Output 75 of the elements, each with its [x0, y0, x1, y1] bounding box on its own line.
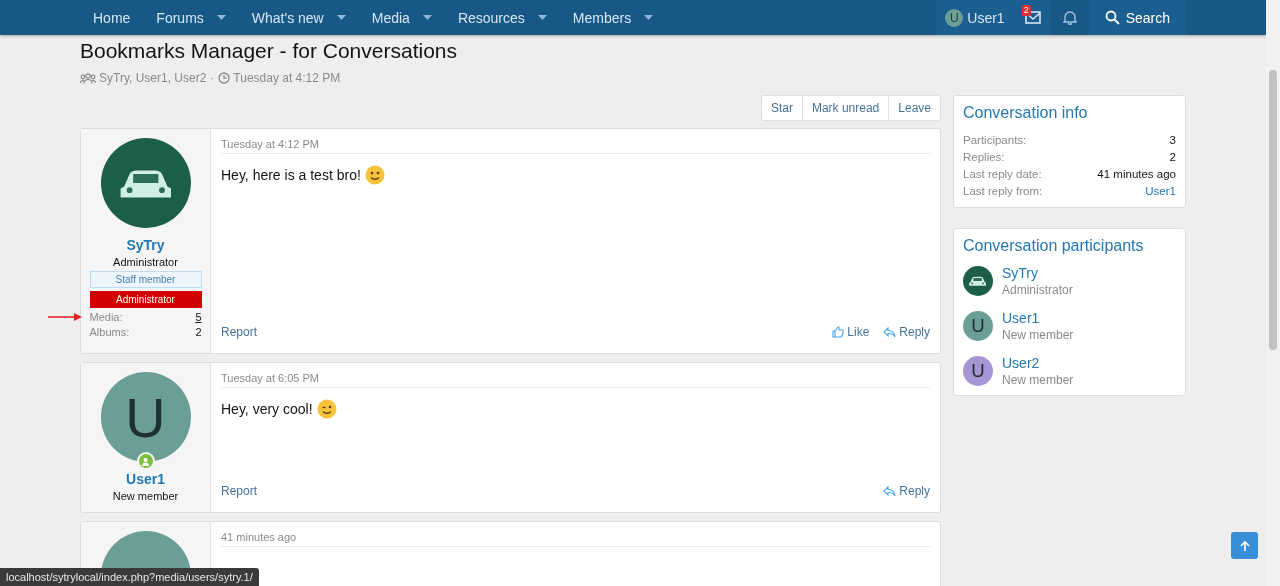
- username-link[interactable]: User1: [126, 471, 165, 487]
- participant-names: SyTry, User1, User2: [99, 71, 207, 85]
- caret-icon[interactable]: [537, 15, 547, 20]
- user-avatar[interactable]: U: [963, 356, 993, 386]
- user-avatar[interactable]: U: [100, 372, 191, 462]
- info-value: 41 minutes ago: [1097, 167, 1176, 182]
- conversation-time: Tuesday at 4:12 PM: [233, 71, 341, 85]
- nav-link[interactable]: Members: [572, 9, 632, 26]
- info-label: Replies:: [963, 150, 1005, 165]
- caret-icon[interactable]: [422, 15, 432, 20]
- scroll-to-top-button[interactable]: [1231, 532, 1258, 559]
- report-link[interactable]: Report: [221, 325, 258, 339]
- message-text: Hey, here is a test bro!: [221, 167, 361, 183]
- participant-name-link[interactable]: SyTry: [1002, 265, 1073, 281]
- thumbs-up-icon: [832, 326, 845, 338]
- arrow-up-icon: [1238, 539, 1251, 552]
- search-button[interactable]: Search: [1088, 0, 1186, 35]
- users-icon: [80, 72, 96, 84]
- message-text: Hey, very cool!: [221, 401, 313, 417]
- clock-icon: [218, 72, 231, 84]
- reply-link[interactable]: Reply: [883, 484, 930, 498]
- search-icon: [1104, 10, 1120, 25]
- nav-link[interactable]: What's new: [251, 9, 324, 26]
- account-link[interactable]: U User1: [936, 0, 1014, 35]
- annotation-arrow: [47, 313, 82, 321]
- panel-title: Conversation participants: [963, 237, 1145, 255]
- page-title: Bookmarks Manager - for Conversations: [80, 38, 458, 64]
- nav-link[interactable]: Media: [371, 9, 410, 26]
- action-button[interactable]: Leave: [888, 96, 940, 120]
- participant-name-link[interactable]: User1: [1002, 310, 1074, 326]
- stat-label: Albums:: [89, 326, 130, 338]
- user-title: Administrator: [113, 256, 178, 268]
- participant-role: New member: [1002, 328, 1074, 342]
- action-button[interactable]: Star: [761, 96, 802, 120]
- url-tooltip: localhost/sytrylocal/index.php?media/users/sytry.1/: [0, 568, 259, 586]
- nav-link[interactable]: Resources: [457, 9, 525, 26]
- info-value: 3: [1169, 133, 1176, 148]
- smiley-face-icon: [364, 165, 385, 185]
- message-time: Tuesday at 4:12 PM: [221, 138, 930, 154]
- info-label: Participants:: [963, 133, 1027, 148]
- action-button[interactable]: Mark unread: [801, 96, 889, 120]
- like-link[interactable]: Like: [832, 325, 870, 339]
- unread-count-badge: 2: [1021, 5, 1031, 16]
- message-time: Tuesday at 6:05 PM: [221, 372, 930, 388]
- caret-icon[interactable]: [216, 15, 226, 20]
- separator-dot: ·: [210, 71, 215, 85]
- user-title: New member: [112, 490, 179, 502]
- user-avatar[interactable]: U: [963, 311, 993, 341]
- reply-arrow-icon: [883, 326, 897, 338]
- username-link[interactable]: SyTry: [126, 237, 165, 253]
- info-label: Last reply date:: [963, 167, 1042, 182]
- bell-icon[interactable]: [1062, 10, 1077, 25]
- report-link[interactable]: Report: [221, 484, 258, 498]
- stat-label: Media:: [89, 311, 123, 323]
- user-banner: Administrator: [89, 291, 202, 308]
- user-avatar[interactable]: [963, 266, 993, 296]
- reply-arrow-icon: [883, 485, 897, 497]
- info-value[interactable]: User1: [1145, 183, 1176, 200]
- message-time: 41 minutes ago: [221, 531, 930, 547]
- participant-role: New member: [1002, 373, 1074, 387]
- winking-face-icon: [316, 399, 337, 419]
- info-value: 2: [1169, 150, 1176, 165]
- nav-link[interactable]: Home: [93, 9, 131, 26]
- panel-title: Conversation info: [963, 104, 1089, 122]
- nav-link[interactable]: Forums: [156, 9, 204, 26]
- car-avatar-icon: [968, 275, 988, 287]
- caret-icon[interactable]: [336, 15, 346, 20]
- caret-icon[interactable]: [644, 15, 654, 20]
- info-label: Last reply from:: [963, 184, 1043, 199]
- stat-value[interactable]: 5: [195, 311, 202, 323]
- participant-name-link[interactable]: User2: [1002, 355, 1074, 371]
- user-banner: Staff member: [89, 271, 202, 288]
- participant-role: Administrator: [1002, 283, 1073, 297]
- reply-link[interactable]: Reply: [883, 325, 930, 339]
- stat-value: 2: [195, 326, 202, 338]
